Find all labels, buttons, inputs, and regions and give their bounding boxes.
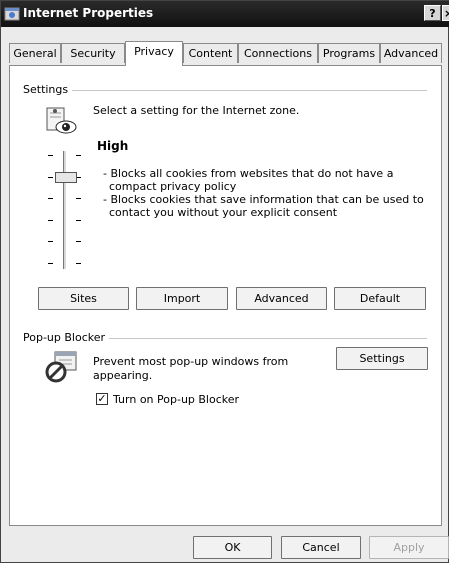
advanced-button[interactable]: Advanced <box>236 287 327 310</box>
title-bar[interactable]: Internet Properties ? × <box>1 1 449 27</box>
slider-tick-left <box>48 220 53 221</box>
popup-blocker-checkbox-label[interactable]: Turn on Pop-up Blocker <box>113 393 239 406</box>
apply-button[interactable]: Apply <box>369 536 449 559</box>
tab-programs[interactable]: Programs <box>318 43 380 63</box>
privacy-description-line-4: contact you without your explicit consen… <box>109 206 338 219</box>
help-button[interactable]: ? <box>424 5 441 21</box>
internet-options-icon <box>4 7 20 21</box>
tab-advanced[interactable]: Advanced <box>380 43 442 63</box>
window-title: Internet Properties <box>23 6 154 20</box>
privacy-description-line-1: - Blocks all cookies from websites that … <box>103 167 394 180</box>
popup-settings-button[interactable]: Settings <box>336 347 428 370</box>
privacy-description-line-2: compact privacy policy <box>109 180 237 193</box>
slider-tick-left <box>48 263 53 264</box>
settings-group-divider <box>23 90 427 91</box>
tab-general[interactable]: General <box>9 43 61 63</box>
zone-intro-text: Select a setting for the Internet zone. <box>93 104 300 117</box>
privacy-description-line-3: - Blocks cookies that save information t… <box>103 193 424 206</box>
slider-tick-right <box>76 263 81 264</box>
slider-tick-right <box>76 220 81 221</box>
popup-blocker-group-label: Pop-up Blocker <box>23 331 110 344</box>
tab-security[interactable]: Security <box>61 43 125 63</box>
popup-description-line-1: Prevent most pop-up windows from <box>93 355 289 368</box>
privacy-level-title: High <box>97 139 129 153</box>
ok-button[interactable]: OK <box>193 536 272 559</box>
slider-tick-right <box>76 241 81 242</box>
slider-tick-left <box>48 241 53 242</box>
settings-group-label: Settings <box>23 83 73 96</box>
slider-tick-right <box>76 198 81 199</box>
privacy-zone-icon <box>46 107 77 134</box>
slider-tick-right <box>76 155 81 156</box>
cancel-button[interactable]: Cancel <box>281 536 361 559</box>
popup-blocker-checkbox[interactable]: ✓ <box>96 393 108 405</box>
tab-content[interactable]: Content <box>183 43 238 63</box>
slider-tick-left <box>48 177 53 178</box>
privacy-slider-track[interactable] <box>63 151 67 269</box>
sites-button[interactable]: Sites <box>38 287 129 310</box>
slider-tick-left <box>48 198 53 199</box>
internet-properties-dialog: Internet Properties ? × General Security… <box>0 0 449 563</box>
popup-blocker-icon <box>45 351 77 383</box>
popup-description-line-2: appearing. <box>93 369 153 382</box>
import-button[interactable]: Import <box>136 287 228 310</box>
tab-connections[interactable]: Connections <box>238 43 318 63</box>
close-button[interactable]: × <box>442 5 449 21</box>
slider-tick-left <box>48 155 53 156</box>
privacy-slider-thumb[interactable] <box>55 172 77 183</box>
default-button[interactable]: Default <box>334 287 426 310</box>
tab-privacy[interactable]: Privacy <box>125 41 183 66</box>
